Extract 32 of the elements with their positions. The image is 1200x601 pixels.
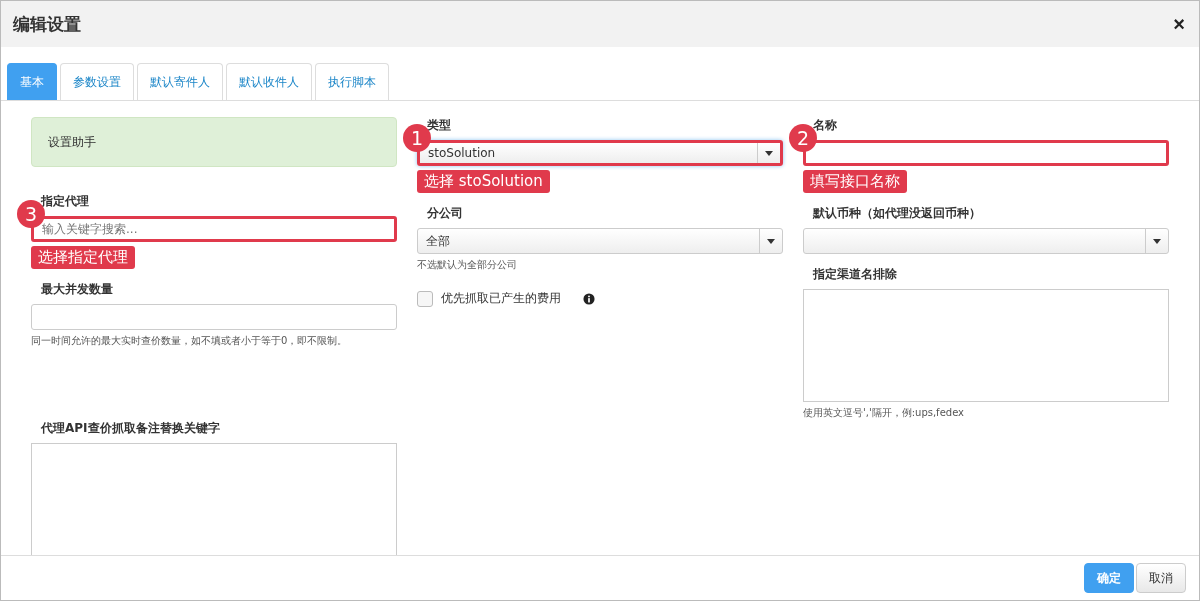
tab[interactable]: 默认收件人 (226, 63, 312, 100)
input-field[interactable] (31, 304, 397, 330)
field-label: 代理API查价抓取备注替换关键字 (40, 420, 221, 437)
cancel-button[interactable]: 取消 (1136, 563, 1186, 593)
dialog-title: 编辑设置 (13, 12, 81, 36)
text-area[interactable] (803, 289, 1169, 402)
checkbox-label: 优先抓取已产生的费用 (441, 290, 561, 307)
caret-icon (765, 150, 773, 156)
alert-text: 设置助手 (48, 133, 96, 151)
tab[interactable]: 执行脚本 (315, 63, 389, 100)
field-label: 默认币种（如代理没返回币种） (812, 205, 982, 222)
text-area[interactable] (31, 443, 397, 555)
caret-icon (1153, 238, 1161, 244)
checkbox[interactable] (417, 290, 433, 307)
tab[interactable]: 基本 (7, 63, 57, 100)
close-button[interactable]: × (1171, 12, 1187, 36)
info-icon (583, 292, 595, 305)
callout-label: 选择指定代理 (31, 246, 135, 269)
field-label: 分公司 (426, 205, 464, 222)
caret-icon (767, 238, 775, 244)
field-label: 指定渠道名排除 (812, 266, 898, 283)
field-label: 最大并发数量 (40, 281, 114, 298)
help-text: 使用英文逗号','隔开，例:ups,fedex (803, 406, 966, 420)
help-text: 不选默认为全部分公司 (417, 258, 518, 272)
select-field[interactable] (803, 228, 1169, 254)
select-field[interactable]: 全部 (417, 228, 783, 254)
callout-label: 选择 stoSolution (417, 170, 550, 193)
tab[interactable]: 默认寄件人 (137, 63, 223, 100)
help-text: 同一时间允许的最大实时查价数量，如不填或者小于等于0，即不限制。 (31, 334, 349, 348)
confirm-button[interactable]: 确定 (1084, 563, 1134, 593)
callout-label: 填写接口名称 (803, 170, 907, 193)
tab[interactable]: 参数设置 (60, 63, 134, 100)
